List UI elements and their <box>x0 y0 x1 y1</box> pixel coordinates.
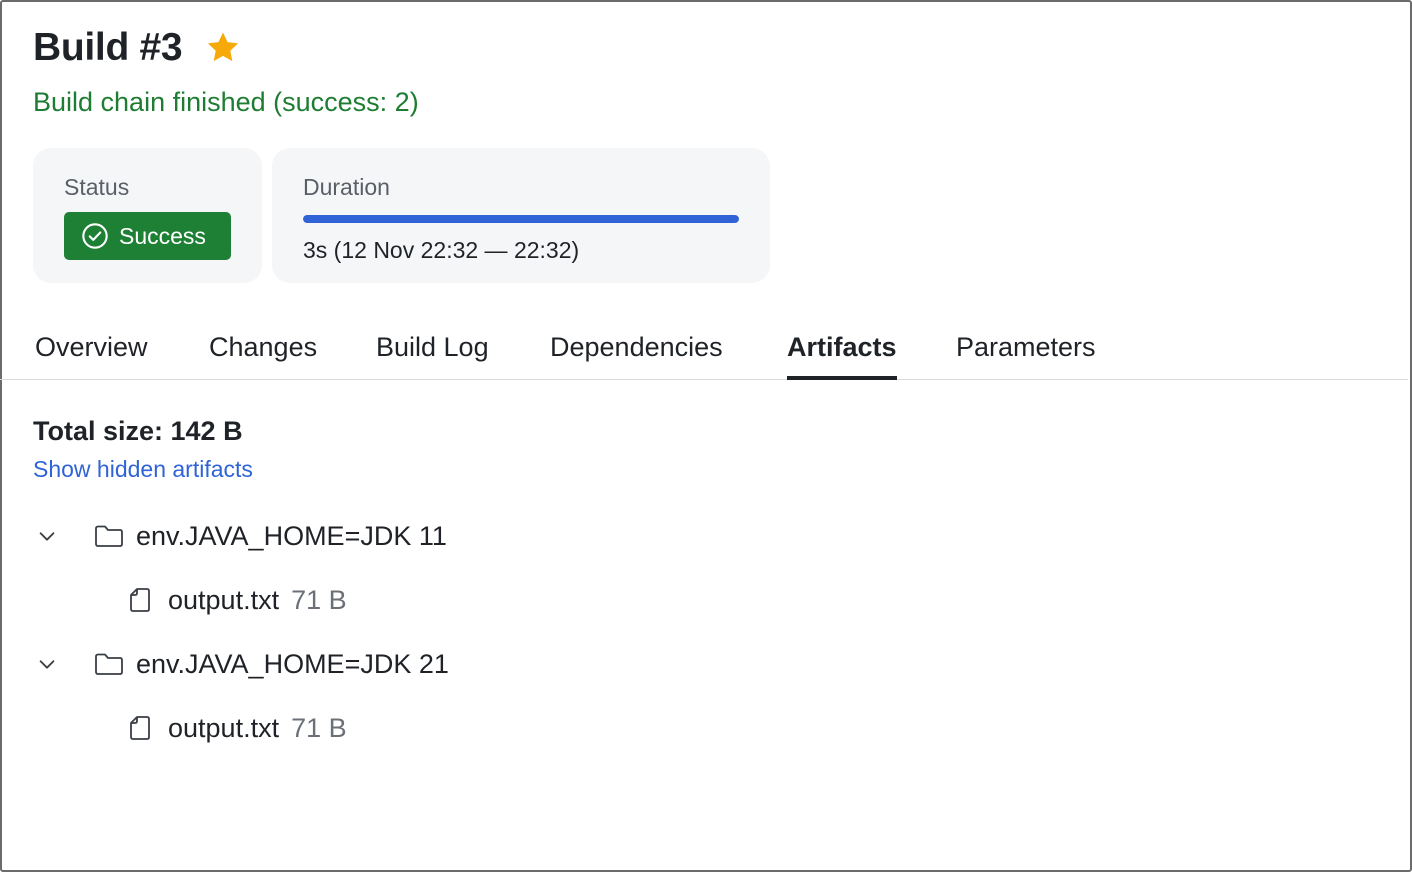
show-hidden-artifacts-link[interactable]: Show hidden artifacts <box>33 456 253 483</box>
artifact-folder-row[interactable]: env.JAVA_HOME=JDK 21 <box>36 644 449 684</box>
build-header: Build #3 <box>33 26 242 70</box>
file-name[interactable]: output.txt <box>168 585 279 616</box>
file-name[interactable]: output.txt <box>168 713 279 744</box>
status-card: Status Success <box>33 148 262 283</box>
build-chain-status: Build chain finished (success: 2) <box>33 87 419 117</box>
check-circle-icon <box>82 223 108 249</box>
file-icon <box>130 716 150 740</box>
status-badge-label: Success <box>119 222 206 249</box>
tab-dependencies[interactable]: Dependencies <box>550 332 723 379</box>
status-label: Status <box>64 174 130 200</box>
duration-card: Duration 3s (12 Nov 22:32 — 22:32) <box>272 148 770 283</box>
duration-label: Duration <box>303 174 390 200</box>
tab-artifacts[interactable]: Artifacts <box>787 332 897 380</box>
tab-bar: Overview Changes Build Log Dependencies … <box>0 318 1408 380</box>
duration-progress-fill <box>303 215 739 223</box>
folder-icon <box>95 525 123 547</box>
tab-changes[interactable]: Changes <box>209 332 317 379</box>
status-badge: Success <box>64 212 231 260</box>
tab-parameters[interactable]: Parameters <box>956 332 1096 379</box>
tab-build-log[interactable]: Build Log <box>376 332 489 379</box>
file-size: 71 B <box>291 712 347 743</box>
chevron-down-icon[interactable] <box>36 525 58 547</box>
duration-progress-bar <box>303 215 739 223</box>
folder-icon <box>95 653 123 675</box>
folder-name[interactable]: env.JAVA_HOME=JDK 21 <box>136 649 449 680</box>
file-icon <box>130 588 150 612</box>
chevron-down-icon[interactable] <box>36 653 58 675</box>
tab-overview[interactable]: Overview <box>35 332 148 379</box>
artifact-file-row[interactable]: output.txt 71 B <box>128 580 347 620</box>
artifact-folder-row[interactable]: env.JAVA_HOME=JDK 11 <box>36 516 447 556</box>
total-size: Total size: 142 B <box>33 416 243 446</box>
artifact-file-row[interactable]: output.txt 71 B <box>128 708 347 748</box>
star-icon[interactable] <box>204 29 242 67</box>
duration-text: 3s (12 Nov 22:32 — 22:32) <box>303 237 580 263</box>
page-title: Build #3 <box>33 26 183 69</box>
folder-name[interactable]: env.JAVA_HOME=JDK 11 <box>136 521 447 552</box>
file-size: 71 B <box>291 584 347 615</box>
